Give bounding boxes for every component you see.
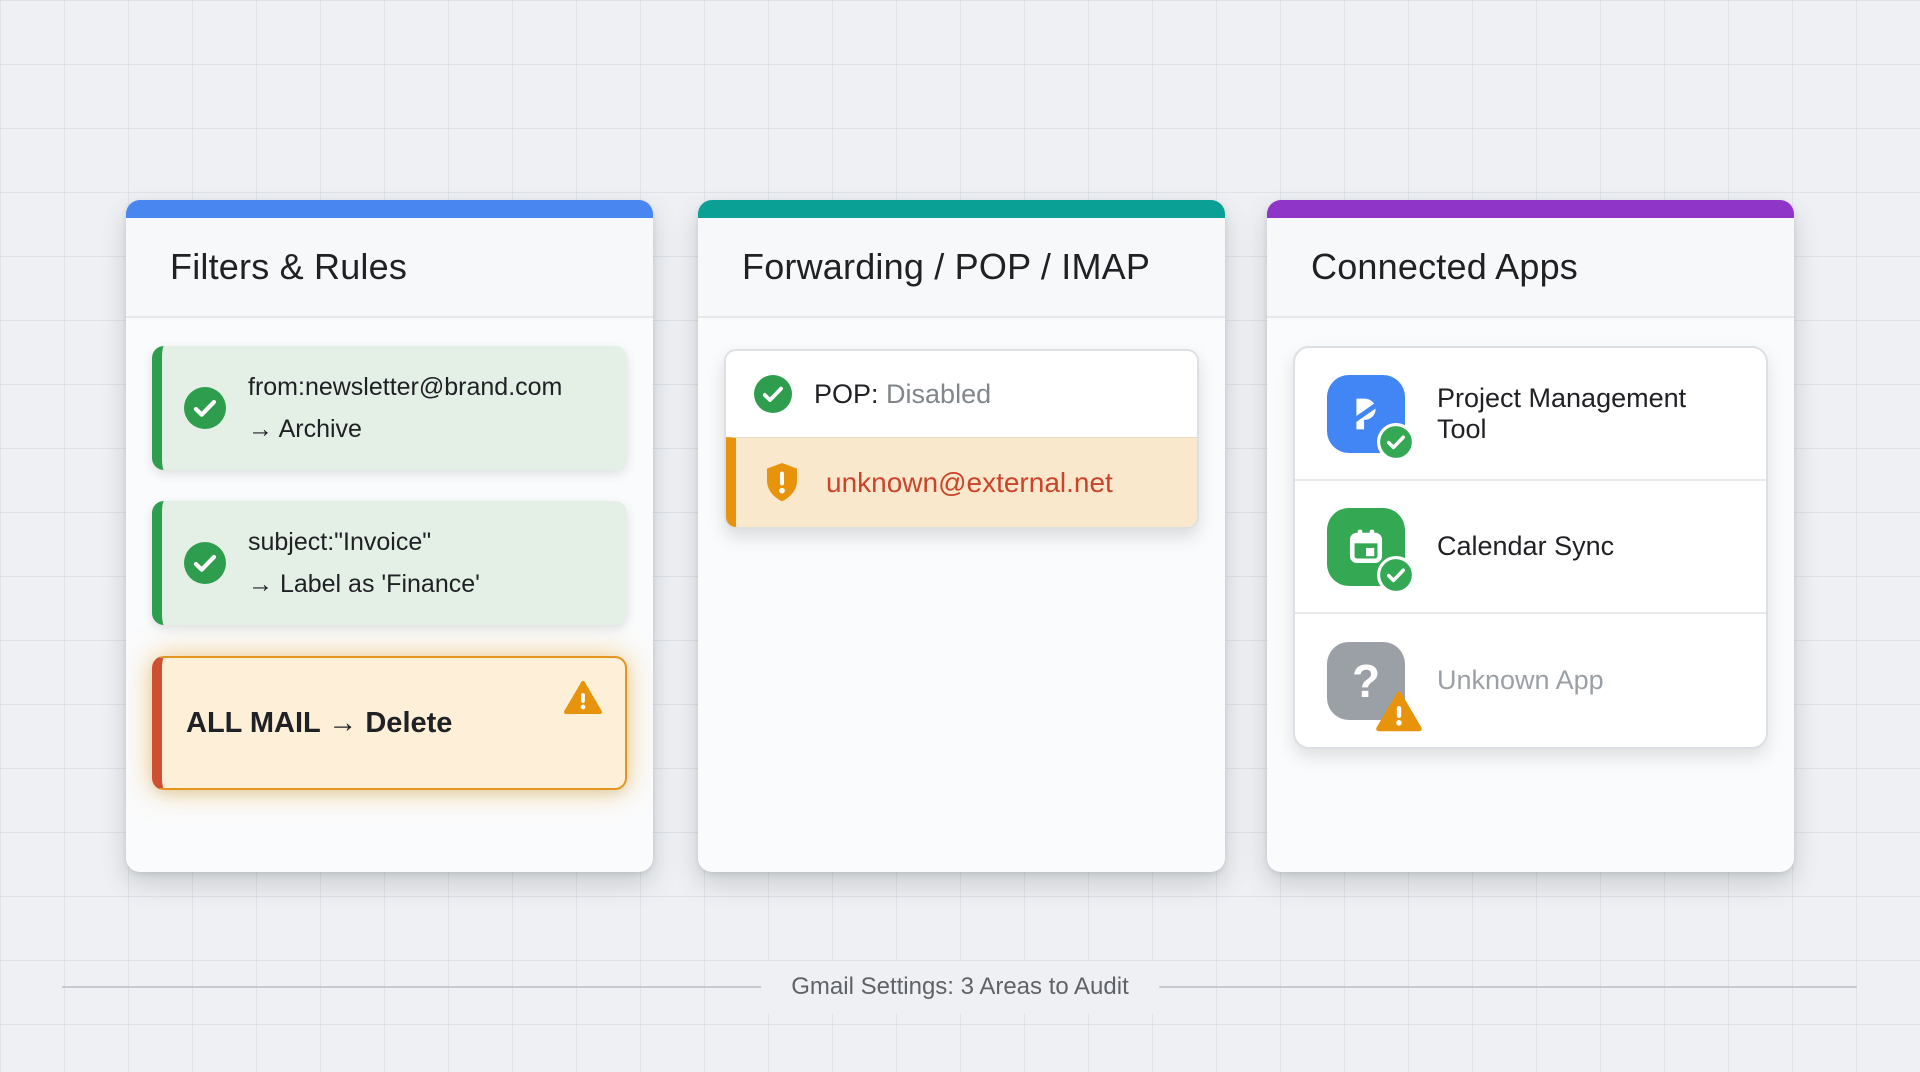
pop-value: Disabled <box>886 379 991 409</box>
project-management-app-icon <box>1327 375 1405 453</box>
filters-accent-bar <box>126 200 653 218</box>
filters-card-header: Filters & Rules <box>126 218 653 318</box>
forwarding-pop-imap-card: Forwarding / POP / IMAP POP: Disabled <box>698 200 1225 872</box>
pop-status-row: POP: Disabled <box>726 351 1197 437</box>
filters-rules-card: Filters & Rules from:newsletter@brand.co… <box>126 200 653 872</box>
forwarding-card-title: Forwarding / POP / IMAP <box>742 246 1150 288</box>
gmail-audit-infographic: Filters & Rules from:newsletter@brand.co… <box>0 0 1920 1072</box>
connected-apps-card: Connected Apps Project Manag <box>1267 200 1794 872</box>
app-row-unknown-app: ? Unknown App <box>1295 614 1766 747</box>
app-name: Unknown App <box>1437 665 1604 696</box>
warning-badge-icon <box>1375 688 1423 736</box>
filter-rule-delete-all-warning: ALL MAIL → Delete <box>152 656 627 790</box>
filter-rule-condition: subject:"Invoice" <box>248 521 480 563</box>
pop-label: POP: <box>814 379 879 409</box>
app-row-calendar-sync: Calendar Sync <box>1295 481 1766 614</box>
filter-rule-action: → Archive <box>248 408 562 450</box>
filter-rule-text: ALL MAIL → Delete <box>186 702 452 744</box>
pop-status-text: POP: Disabled <box>814 379 991 410</box>
forwarding-accent-bar <box>698 200 1225 218</box>
check-circle-icon <box>184 542 226 584</box>
check-circle-icon <box>184 387 226 429</box>
forwarding-address: unknown@external.net <box>826 467 1113 499</box>
forwarding-card-body: POP: Disabled unknown@external.net <box>698 318 1225 557</box>
verified-badge-icon <box>1377 423 1415 461</box>
forwarding-card-header: Forwarding / POP / IMAP <box>698 218 1225 318</box>
apps-card-header: Connected Apps <box>1267 218 1794 318</box>
apps-accent-bar <box>1267 200 1794 218</box>
filter-rule-text: from:newsletter@brand.com → Archive <box>248 366 562 450</box>
apps-card-body: Project Management Tool <box>1267 318 1794 777</box>
filters-card-body: from:newsletter@brand.com → Archive subj… <box>126 318 653 849</box>
filter-rule-text: subject:"Invoice" → Label as 'Finance' <box>248 521 480 605</box>
filters-card-title: Filters & Rules <box>170 246 407 288</box>
filter-rule-newsletter: from:newsletter@brand.com → Archive <box>152 346 627 470</box>
verified-badge-icon <box>1377 556 1415 594</box>
forwarding-status-box: POP: Disabled unknown@external.net <box>724 349 1199 529</box>
app-name: Project Management Tool <box>1437 383 1734 445</box>
warning-triangle-icon <box>563 678 603 718</box>
filter-rule-condition: from:newsletter@brand.com <box>248 366 562 408</box>
calendar-app-icon <box>1327 508 1405 586</box>
check-circle-icon <box>754 375 792 413</box>
app-row-project-management: Project Management Tool <box>1295 348 1766 481</box>
apps-card-title: Connected Apps <box>1311 246 1578 288</box>
warning-shield-icon <box>762 461 802 505</box>
filter-rule-action: → Label as 'Finance' <box>248 563 480 605</box>
forwarding-address-warning-row: unknown@external.net <box>726 437 1197 527</box>
connected-apps-list: Project Management Tool <box>1293 346 1768 749</box>
app-name: Calendar Sync <box>1437 531 1614 562</box>
question-mark-app-icon: ? <box>1327 642 1405 720</box>
footer-caption: Gmail Settings: 3 Areas to Audit <box>761 961 1159 1013</box>
filter-rule-invoice: subject:"Invoice" → Label as 'Finance' <box>152 501 627 625</box>
